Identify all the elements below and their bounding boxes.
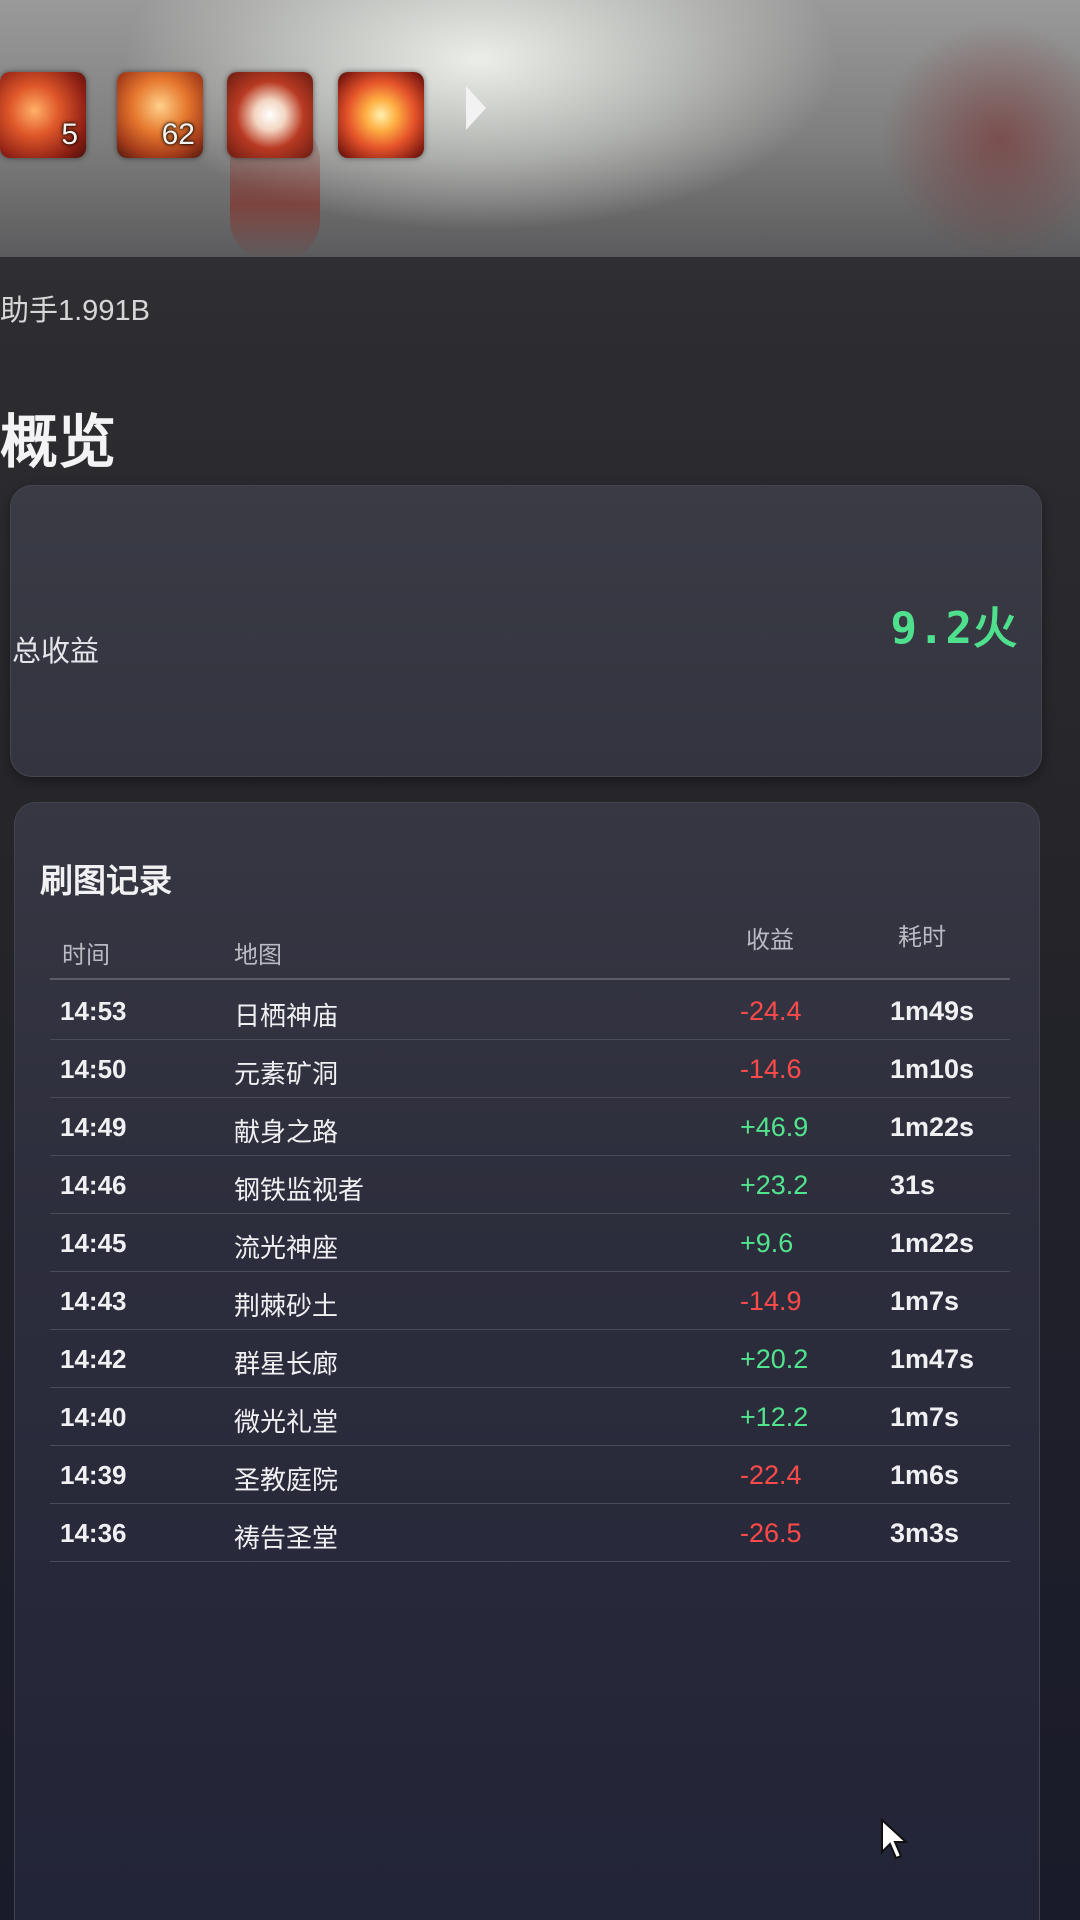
row-profit: +9.6 xyxy=(740,1228,794,1258)
table-row[interactable]: 14:53 日栖神庙 -24.4 1m49s xyxy=(50,982,1010,1040)
row-duration: 1m7s xyxy=(890,1286,960,1316)
row-map: 荆棘砂土 xyxy=(234,1292,339,1322)
row-map: 日栖神庙 xyxy=(234,1002,339,1032)
row-time: 14:50 xyxy=(60,1054,127,1084)
skill-icon-2[interactable]: 62 xyxy=(117,72,203,158)
row-time: 14:46 xyxy=(60,1170,127,1200)
chevron-right-icon[interactable] xyxy=(466,86,486,130)
row-duration: 3m3s xyxy=(890,1518,960,1548)
table-row[interactable]: 14:42 群星长廊 +20.2 1m47s xyxy=(50,1330,1010,1388)
table-row[interactable]: 14:36 祷告圣堂 -26.5 3m3s xyxy=(50,1504,1010,1562)
row-profit: +12.2 xyxy=(740,1402,809,1432)
total-profit-label: 总收益 xyxy=(12,634,100,668)
row-map: 献身之路 xyxy=(234,1118,339,1148)
row-map: 元素矿洞 xyxy=(234,1060,339,1090)
row-time: 14:53 xyxy=(60,996,127,1026)
table-row[interactable]: 14:40 微光礼堂 +12.2 1m7s xyxy=(50,1388,1010,1446)
row-duration: 1m49s xyxy=(890,996,975,1026)
row-duration: 1m6s xyxy=(890,1460,960,1490)
skill-icon-3[interactable] xyxy=(227,72,313,158)
run-records-table: 14:53 日栖神庙 -24.4 1m49s 14:50 元素矿洞 -14.6 1m10s 14… xyxy=(50,982,1010,1562)
row-time: 14:40 xyxy=(60,1402,127,1432)
row-map: 群星长廊 xyxy=(234,1350,339,1380)
column-header-profit[interactable]: 收益 xyxy=(746,920,794,955)
table-row[interactable]: 14:43 荆棘砂土 -14.9 1m7s xyxy=(50,1272,1010,1330)
row-time: 14:39 xyxy=(60,1460,127,1490)
mouse-cursor-icon xyxy=(881,1817,909,1860)
table-row[interactable]: 14:39 圣教庭院 -22.4 1m6s xyxy=(50,1446,1010,1504)
row-profit: -26.5 xyxy=(740,1518,802,1548)
row-duration: 1m7s xyxy=(890,1402,960,1432)
row-duration: 1m22s xyxy=(890,1228,975,1258)
row-time: 14:45 xyxy=(60,1228,127,1258)
game-banner: 5 62 xyxy=(0,0,1080,260)
table-row[interactable]: 14:50 元素矿洞 -14.6 1m10s xyxy=(50,1040,1010,1098)
run-records-title: 刷图记录 xyxy=(40,861,172,900)
column-header-duration[interactable]: 耗时 xyxy=(898,917,946,952)
row-duration: 1m47s xyxy=(890,1344,975,1374)
skill-icon-4[interactable] xyxy=(338,72,424,158)
column-header-map[interactable]: 地图 xyxy=(234,935,282,970)
row-profit: -14.9 xyxy=(740,1286,802,1316)
row-map: 祷告圣堂 xyxy=(234,1524,339,1554)
row-profit: +20.2 xyxy=(740,1344,809,1374)
page-title: 概览 xyxy=(0,408,117,476)
screen: 5 62 助手1.991B 概览 总收益 9.2火 刷图记录 时间 地图 收益 … xyxy=(0,0,1080,1920)
row-map: 圣教庭院 xyxy=(234,1466,339,1496)
table-row[interactable]: 14:46 钢铁监视者 +23.2 31s xyxy=(50,1156,1010,1214)
row-time: 14:36 xyxy=(60,1518,127,1548)
row-profit: +23.2 xyxy=(740,1170,809,1200)
total-profit-value: 9.2火 xyxy=(890,603,1018,654)
skill-icon-1[interactable]: 5 xyxy=(0,72,86,158)
row-duration: 1m22s xyxy=(890,1112,975,1142)
row-profit: -24.4 xyxy=(740,996,802,1026)
row-duration: 31s xyxy=(890,1170,936,1200)
table-row[interactable]: 14:45 流光神座 +9.6 1m22s xyxy=(50,1214,1010,1272)
total-profit-card xyxy=(10,485,1042,777)
skill-count: 62 xyxy=(161,118,195,151)
row-map: 钢铁监视者 xyxy=(234,1176,365,1206)
row-profit: -14.6 xyxy=(740,1054,802,1084)
row-time: 14:42 xyxy=(60,1344,127,1374)
row-time: 14:49 xyxy=(60,1112,127,1142)
row-map: 流光神座 xyxy=(234,1234,339,1264)
version-text: 助手1.991B xyxy=(0,295,150,327)
row-map: 微光礼堂 xyxy=(234,1408,339,1438)
row-profit: +46.9 xyxy=(740,1112,809,1142)
skill-count: 5 xyxy=(61,118,78,151)
table-row[interactable]: 14:49 献身之路 +46.9 1m22s xyxy=(50,1098,1010,1156)
row-time: 14:43 xyxy=(60,1286,127,1316)
row-profit: -22.4 xyxy=(740,1460,802,1490)
row-duration: 1m10s xyxy=(890,1054,975,1084)
header-divider xyxy=(50,978,1010,980)
column-header-time[interactable]: 时间 xyxy=(62,935,110,970)
